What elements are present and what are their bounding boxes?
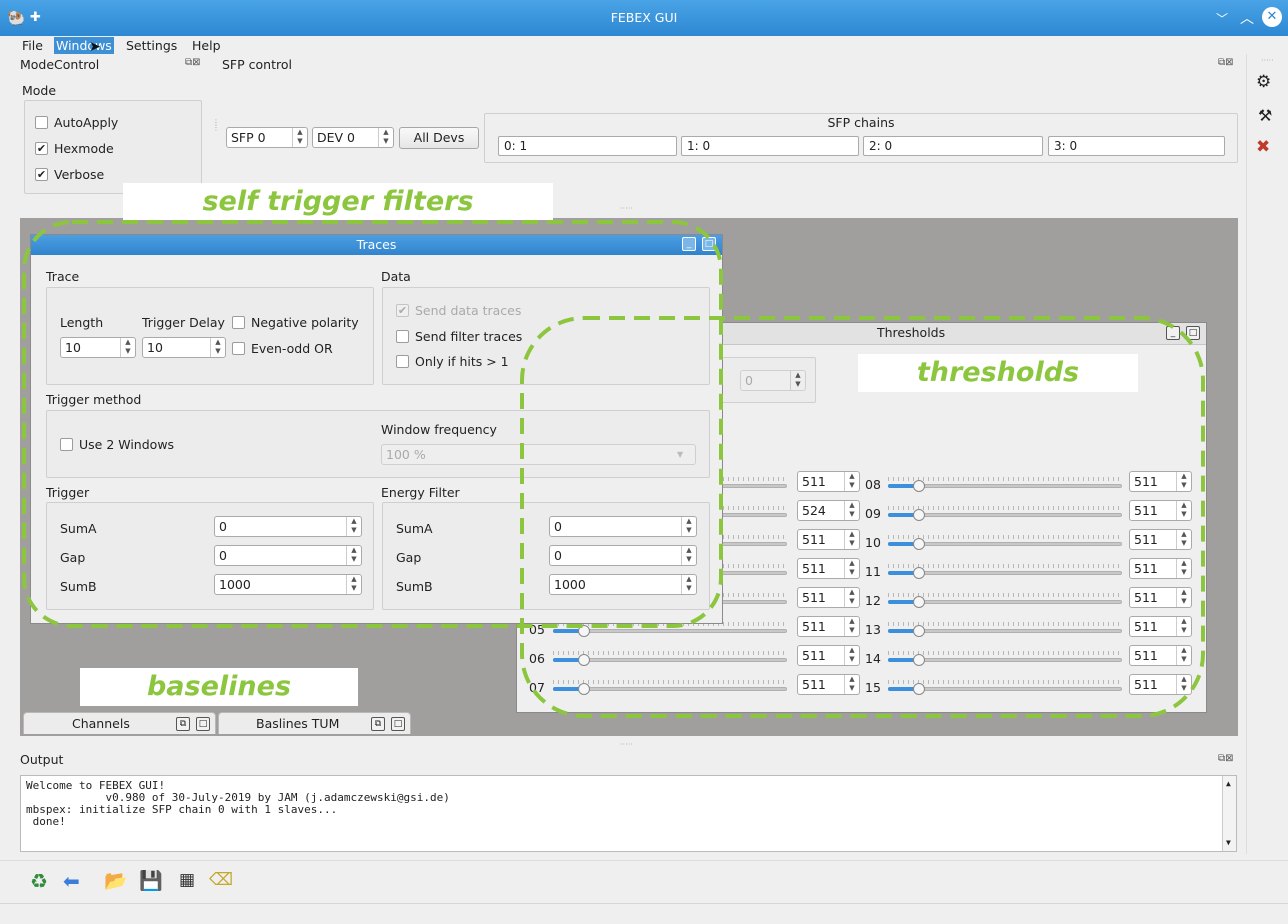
- tab-channels-label: Channels: [72, 716, 130, 731]
- maximize-icon[interactable]: □: [196, 717, 210, 731]
- output-log[interactable]: Welcome to FEBEX GUI! v0.980 of 30-July-…: [20, 775, 1237, 852]
- restore-icon[interactable]: ⧉: [176, 717, 190, 731]
- restore-icon[interactable]: ⧉: [371, 717, 385, 731]
- splitter-handle[interactable]: ·····: [620, 740, 633, 749]
- maximize-icon[interactable]: □: [391, 717, 405, 731]
- bottom-toolbar: ♻ ⬅ 📂 💾 ▦ ⌫: [0, 860, 1288, 902]
- output-log-text: Welcome to FEBEX GUI! v0.980 of 30-July-…: [26, 779, 450, 828]
- dock-float-icon[interactable]: ⧉⊠: [1218, 753, 1234, 764]
- tab-baslines-tum-label: Baslines TUM: [256, 716, 340, 731]
- thresholds-outline: [520, 316, 1205, 718]
- scroll-up-icon[interactable]: ▲: [1226, 779, 1231, 788]
- tab-baslines-tum[interactable]: Baslines TUM ⧉ □: [218, 712, 411, 734]
- status-bar: [0, 903, 1288, 924]
- output-title: Output: [20, 752, 64, 767]
- self-trigger-outline: [22, 220, 723, 628]
- clear-eraser-icon[interactable]: ⌫: [209, 870, 233, 890]
- refresh-icon[interactable]: ♻: [30, 869, 48, 893]
- output-scrollbar[interactable]: ▲ ▼: [1222, 776, 1236, 851]
- annotation-baselines: baselines: [80, 668, 358, 706]
- save-icon[interactable]: 💾: [139, 869, 163, 892]
- back-arrow-icon[interactable]: ⬅: [63, 869, 80, 893]
- scroll-down-icon[interactable]: ▼: [1226, 838, 1231, 847]
- dump-table-icon[interactable]: ▦: [179, 870, 195, 890]
- open-folder-icon[interactable]: 📂: [104, 869, 128, 892]
- tab-channels[interactable]: Channels ⧉ □: [23, 712, 216, 734]
